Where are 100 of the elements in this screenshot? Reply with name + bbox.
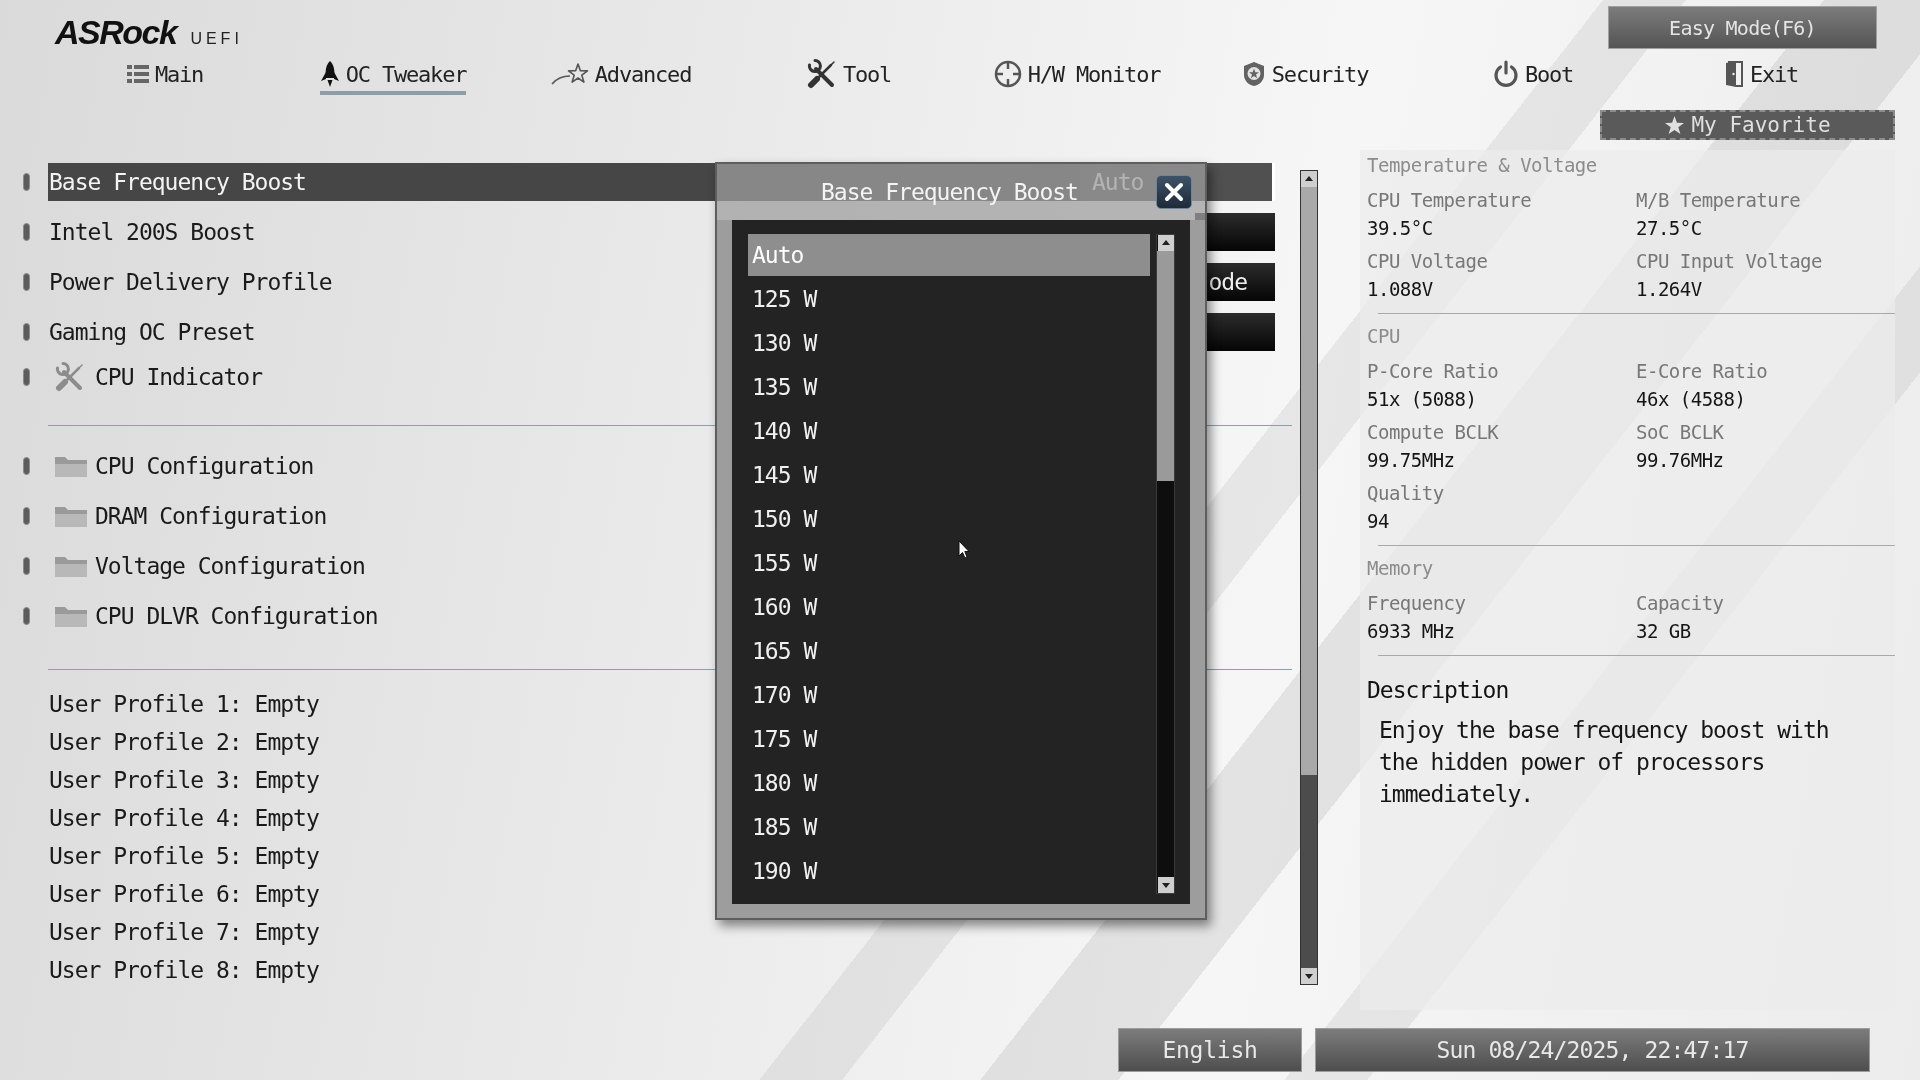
field-label: P-Core Ratio	[1367, 359, 1500, 384]
menu-item[interactable]: Intel 200S Boost	[48, 213, 259, 251]
shield-icon	[1241, 61, 1266, 87]
field-value: 99.76MHz	[1636, 448, 1725, 473]
rocket-icon	[319, 60, 340, 88]
menu-item[interactable]: User Profile 4: Empty	[48, 799, 323, 837]
close-icon	[1164, 182, 1184, 202]
scroll-up-icon[interactable]	[1157, 235, 1174, 251]
row-marker-icon	[23, 273, 30, 291]
scrollbar[interactable]	[1300, 170, 1318, 985]
menu-item[interactable]: User Profile 3: Empty	[48, 761, 323, 799]
option-item[interactable]: 165 W	[748, 630, 1150, 672]
option-item[interactable]: 140 W	[748, 410, 1150, 452]
option-item[interactable]: 130 W	[748, 322, 1150, 364]
tools-icon	[806, 59, 837, 89]
row-marker-icon	[23, 607, 30, 625]
scrollbar-thumb[interactable]	[1301, 187, 1317, 775]
option-item[interactable]: 155 W	[748, 542, 1150, 584]
field-value: 99.75MHz	[1367, 448, 1456, 473]
language-button[interactable]: English	[1118, 1028, 1302, 1072]
menu-item[interactable]: Voltage Configuration	[48, 547, 369, 585]
menu-item[interactable]: User Profile 2: Empty	[48, 723, 323, 761]
menu-item[interactable]: CPU DLVR Configuration	[48, 597, 382, 635]
field-value: 46x (4588)	[1636, 387, 1747, 412]
nav-tab[interactable]: Exit	[1723, 59, 1799, 95]
field-value: 27.5°C	[1636, 216, 1703, 241]
folder-icon	[54, 504, 88, 528]
my-favorite-button[interactable]: My Favorite	[1600, 110, 1895, 140]
close-button[interactable]	[1156, 175, 1192, 209]
cursor-icon	[958, 540, 970, 559]
option-item[interactable]: 150 W	[748, 498, 1150, 540]
option-item[interactable]: 170 W	[748, 674, 1150, 716]
door-icon	[1723, 60, 1744, 88]
nav-tab[interactable]: OC Tweaker	[319, 59, 467, 95]
option-item[interactable]: 160 W	[748, 586, 1150, 628]
option-item[interactable]: 145 W	[748, 454, 1150, 496]
menu-item[interactable]: CPU Configuration	[48, 447, 318, 485]
option-item[interactable]: 175 W	[748, 718, 1150, 760]
nav-tab[interactable]: Boot	[1492, 59, 1574, 95]
menu-item[interactable]: User Profile 8: Empty	[48, 951, 323, 989]
datetime-display: Sun 08/24/2025, 22:47:17	[1315, 1028, 1870, 1072]
nav-tab[interactable]: Main	[126, 59, 204, 95]
field-label: CPU Temperature	[1367, 188, 1533, 213]
brand-logo: ASRock	[55, 14, 177, 50]
row-marker-icon	[23, 223, 30, 241]
row-marker-icon	[23, 557, 30, 575]
product-label: UEFI	[190, 30, 243, 48]
field-value: 94	[1367, 509, 1390, 534]
shooting-star-icon	[550, 62, 589, 86]
tools-icon	[55, 362, 85, 392]
scrollbar[interactable]	[1156, 234, 1175, 894]
menu-item[interactable]: DRAM Configuration	[48, 497, 331, 535]
nav-tab[interactable]: Security	[1241, 59, 1369, 95]
nav-tab[interactable]: H/W Monitor	[993, 59, 1161, 95]
field-label: E-Core Ratio	[1636, 359, 1769, 384]
row-marker-icon	[23, 457, 30, 475]
menu-item[interactable]: User Profile 1: Empty	[48, 685, 323, 723]
folder-icon	[54, 604, 88, 628]
crosshair-icon	[993, 60, 1022, 88]
scroll-down-icon[interactable]	[1301, 968, 1317, 984]
option-item[interactable]: 190 W	[748, 850, 1150, 892]
description-title: Description	[1367, 676, 1510, 705]
folder-icon	[54, 554, 88, 578]
field-value: 39.5°C	[1367, 216, 1434, 241]
field-label: Quality	[1367, 481, 1445, 506]
power-icon	[1492, 60, 1519, 88]
option-item[interactable]: 125 W	[748, 278, 1150, 320]
field-label: Compute BCLK	[1367, 420, 1500, 445]
field-value: 1.088V	[1367, 277, 1434, 302]
easy-mode-button[interactable]: Easy Mode(F6)	[1608, 6, 1877, 49]
description-text: Enjoy the base frequency boost with the hidden power of processors immediately.	[1378, 716, 1830, 809]
scrollbar-thumb[interactable]	[1157, 251, 1174, 481]
field-label: CPU Voltage	[1367, 249, 1489, 274]
star-icon	[1664, 115, 1686, 135]
scroll-down-icon[interactable]	[1157, 877, 1174, 893]
row-marker-icon	[23, 323, 30, 341]
folder-icon	[54, 454, 88, 478]
row-marker-icon	[23, 507, 30, 525]
menu-item[interactable]: CPU Indicator	[48, 358, 266, 396]
nav-tab[interactable]: Advanced	[550, 59, 692, 95]
row-marker-icon	[23, 173, 30, 191]
field-label: CPU Input Voltage	[1636, 249, 1823, 274]
option-item[interactable]: 135 W	[748, 366, 1150, 408]
scroll-up-icon[interactable]	[1301, 171, 1317, 187]
menu-item[interactable]: Gaming OC Preset	[48, 313, 259, 351]
section-title: CPU	[1367, 324, 1401, 349]
menu-item[interactable]: Power Delivery Profile	[48, 263, 336, 301]
menu-item[interactable]: User Profile 5: Empty	[48, 837, 323, 875]
field-label: M/B Temperature	[1636, 188, 1802, 213]
field-label: Frequency	[1367, 591, 1467, 616]
field-value: 51x (5088)	[1367, 387, 1478, 412]
nav-tab[interactable]: Tool	[806, 59, 892, 95]
list-icon	[126, 64, 149, 84]
option-item[interactable]: 180 W	[748, 762, 1150, 804]
field-value: 32 GB	[1636, 619, 1692, 644]
menu-item[interactable]: User Profile 7: Empty	[48, 913, 323, 951]
row-marker-icon	[23, 368, 30, 386]
field-label: SoC BCLK	[1636, 420, 1725, 445]
option-item[interactable]: 185 W	[748, 806, 1150, 848]
menu-item[interactable]: User Profile 6: Empty	[48, 875, 323, 913]
